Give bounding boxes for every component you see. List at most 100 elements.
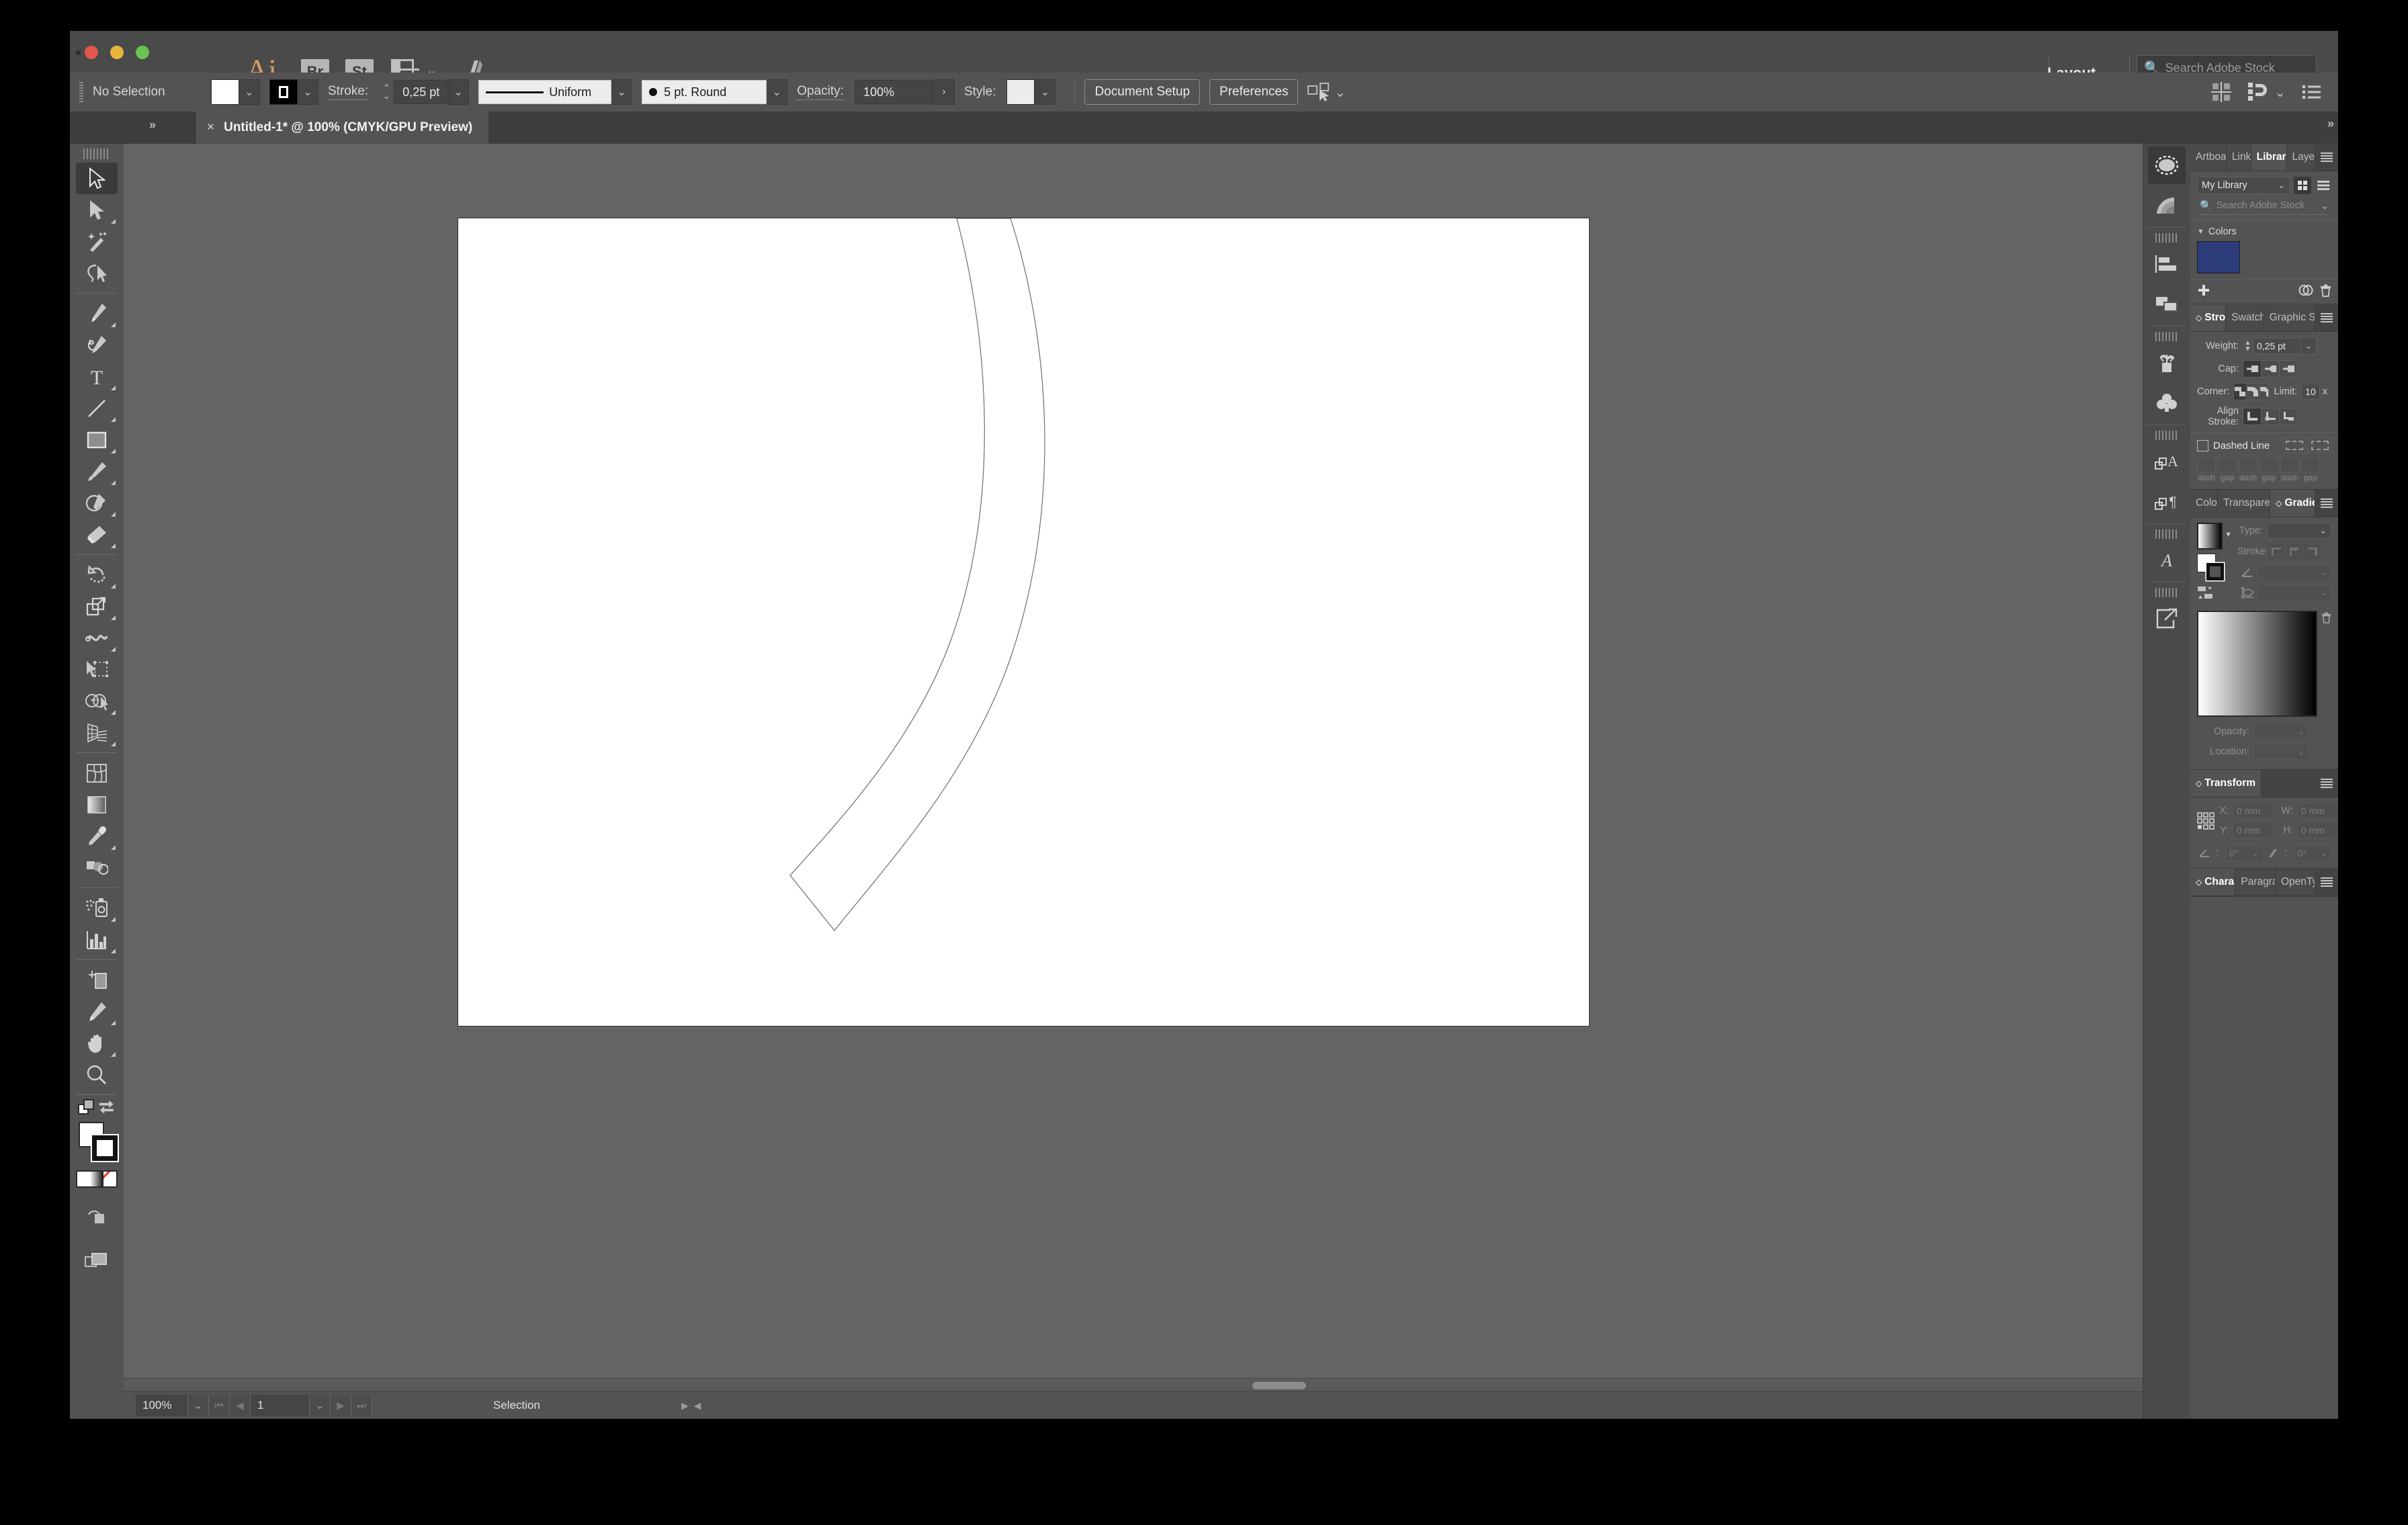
chevron-down-icon[interactable]: ⌄ xyxy=(2274,84,2286,101)
asset-export-rail-icon[interactable] xyxy=(2148,600,2186,638)
appearance-icon[interactable] xyxy=(2148,146,2186,184)
gradient-stroke-swatch[interactable] xyxy=(2206,563,2224,580)
panel-menu-icon[interactable] xyxy=(2315,304,2338,331)
paragraph-styles-rail-icon[interactable]: ¶ xyxy=(2148,483,2186,521)
document-tab[interactable]: × Untitled-1* @ 100% (CMYK/GPU Preview) xyxy=(196,112,489,144)
gradient-along-stroke-icon[interactable] xyxy=(2286,543,2304,560)
opacity-flyout[interactable]: › xyxy=(933,79,955,105)
lasso-tool[interactable] xyxy=(76,257,118,289)
tab-swatches[interactable]: Swatches xyxy=(2226,304,2264,331)
symbols-rail-icon[interactable] xyxy=(2148,384,2186,422)
bevel-join-icon[interactable] xyxy=(2260,384,2268,400)
scrollbar-thumb[interactable] xyxy=(1252,1382,1306,1389)
tab-transparency[interactable]: Transparency xyxy=(2218,490,2271,517)
align-outside-stroke-icon[interactable] xyxy=(2280,408,2297,425)
paintbrush-tool[interactable] xyxy=(76,455,118,487)
slice-tool[interactable] xyxy=(76,996,118,1027)
gradient-location-field[interactable]: ⌄ xyxy=(2253,744,2309,760)
last-artboard-icon[interactable]: ⏭ xyxy=(351,1395,372,1416)
none-swatch-button[interactable] xyxy=(103,1172,116,1186)
rail-grip[interactable] xyxy=(2155,332,2178,341)
butt-cap-icon[interactable] xyxy=(2243,361,2262,377)
gradient-aspect-field[interactable]: ⌄ xyxy=(2258,584,2331,601)
snap-to-glyph-icon[interactable] xyxy=(2247,82,2269,102)
pen-tool[interactable] xyxy=(76,298,118,329)
change-screen-mode-icon[interactable] xyxy=(76,1245,118,1276)
shear-field[interactable]: 0° ⌄ xyxy=(2294,845,2331,861)
stock-search-row[interactable]: 🔍 Search Adobe Stock ⌄ xyxy=(2200,200,2329,215)
tab-color[interactable]: Color xyxy=(2190,490,2219,517)
x-field[interactable]: 0 mm xyxy=(2233,803,2274,819)
gap-field-1[interactable] xyxy=(2218,458,2237,472)
character-styles-rail-icon[interactable]: A xyxy=(2148,443,2186,480)
line-segment-tool[interactable] xyxy=(76,392,118,424)
tab-libraries[interactable]: Libraries xyxy=(2251,144,2287,171)
fill-color-swatch[interactable] xyxy=(211,79,239,105)
curvature-tool[interactable] xyxy=(76,329,118,361)
mesh-tool[interactable] xyxy=(76,757,118,789)
next-artboard-icon[interactable]: ▶ xyxy=(331,1395,351,1416)
stroke-color-swatch[interactable] xyxy=(269,79,298,105)
round-join-icon[interactable] xyxy=(2247,384,2260,400)
zoom-level-field[interactable]: 100% xyxy=(136,1395,188,1416)
align-rail-icon[interactable] xyxy=(2148,245,2186,283)
gradient-rail-icon[interactable] xyxy=(2148,187,2186,224)
rotate-field[interactable]: 0° ⌄ xyxy=(2225,845,2263,861)
magic-wand-tool[interactable] xyxy=(76,226,118,257)
gradient-opacity-field[interactable]: ⌄ xyxy=(2253,724,2309,740)
gap-field-2[interactable] xyxy=(2260,458,2278,472)
zoom-dropdown[interactable]: ⌄ xyxy=(188,1395,209,1416)
perspective-grid-tool[interactable] xyxy=(76,717,118,748)
document-setup-button[interactable]: Document Setup xyxy=(1084,79,1201,105)
panel-menu-icon[interactable] xyxy=(2315,770,2338,797)
weight-field[interactable]: 0,25 pt xyxy=(2253,338,2301,354)
gradient-within-stroke-icon[interactable] xyxy=(2268,543,2286,560)
panel-options-icon[interactable] xyxy=(2302,84,2322,100)
tab-links[interactable]: Links xyxy=(2226,144,2251,171)
tab-gradient[interactable]: ◇ Gradient xyxy=(2270,490,2315,517)
pathfinder-rail-icon[interactable] xyxy=(2148,286,2186,323)
hand-tool[interactable] xyxy=(76,1027,118,1059)
reverse-gradient-icon[interactable] xyxy=(2197,586,2232,604)
dash-adjust-corners-icon[interactable] xyxy=(2308,437,2331,453)
status-flyout-icon[interactable]: ▶ ◀ xyxy=(681,1400,701,1411)
stroke-swatch[interactable] xyxy=(92,1135,118,1161)
panel-menu-icon[interactable] xyxy=(2315,869,2338,896)
align-center-stroke-icon[interactable] xyxy=(2243,408,2262,425)
library-select[interactable]: My Library ⌄ xyxy=(2197,177,2290,194)
color-swatch-button[interactable] xyxy=(77,1172,91,1186)
rail-grip[interactable] xyxy=(2155,529,2178,539)
align-inside-stroke-icon[interactable] xyxy=(2262,408,2280,425)
panel-menu-icon[interactable] xyxy=(2315,490,2338,517)
first-artboard-icon[interactable]: ⏮ xyxy=(209,1395,230,1416)
panel-menu-icon[interactable] xyxy=(2315,144,2338,171)
gradient-slider[interactable] xyxy=(2197,611,2317,717)
eraser-tool[interactable] xyxy=(76,519,118,550)
tab-character[interactable]: ◇ Character xyxy=(2190,869,2236,896)
symbol-sprayer-tool[interactable] xyxy=(76,892,118,924)
artboard-tool[interactable] xyxy=(76,964,118,996)
tab-paragraph[interactable]: Paragraph xyxy=(2235,869,2276,896)
tools-panel-grip[interactable] xyxy=(83,146,110,161)
creative-cloud-icon[interactable] xyxy=(2298,284,2313,296)
stroke-profile-dropdown[interactable]: ⌄ xyxy=(611,79,633,105)
artboard-dropdown[interactable]: ⌄ xyxy=(310,1395,331,1416)
previous-artboard-icon[interactable]: ◀ xyxy=(230,1395,251,1416)
gradient-preview-swatch[interactable] xyxy=(2197,523,2223,550)
gradient-preset-dropdown[interactable]: ▼ xyxy=(2225,531,2232,539)
tab-transform[interactable]: ◇ Transform xyxy=(2190,770,2262,797)
stroke-profile-field[interactable]: Uniform xyxy=(478,80,612,104)
expand-panel-icon[interactable]: » xyxy=(2327,117,2334,131)
stroke-weight-dropdown[interactable]: ⌄ xyxy=(448,79,470,105)
dashed-line-checkbox[interactable] xyxy=(2197,439,2208,451)
minimize-window-button[interactable] xyxy=(110,46,124,59)
shaper-tool[interactable] xyxy=(76,487,118,519)
close-tab-icon[interactable]: × xyxy=(207,120,214,135)
stroke-swatch-dropdown[interactable]: ⌄ xyxy=(298,79,318,105)
w-field[interactable]: 0 mm xyxy=(2297,803,2338,819)
column-graph-tool[interactable] xyxy=(76,924,118,955)
gradient-swatch-button[interactable] xyxy=(90,1172,103,1186)
maximize-window-button[interactable] xyxy=(136,46,149,59)
library-color-swatch[interactable] xyxy=(2197,241,2240,273)
control-bar-grip[interactable] xyxy=(79,82,83,102)
